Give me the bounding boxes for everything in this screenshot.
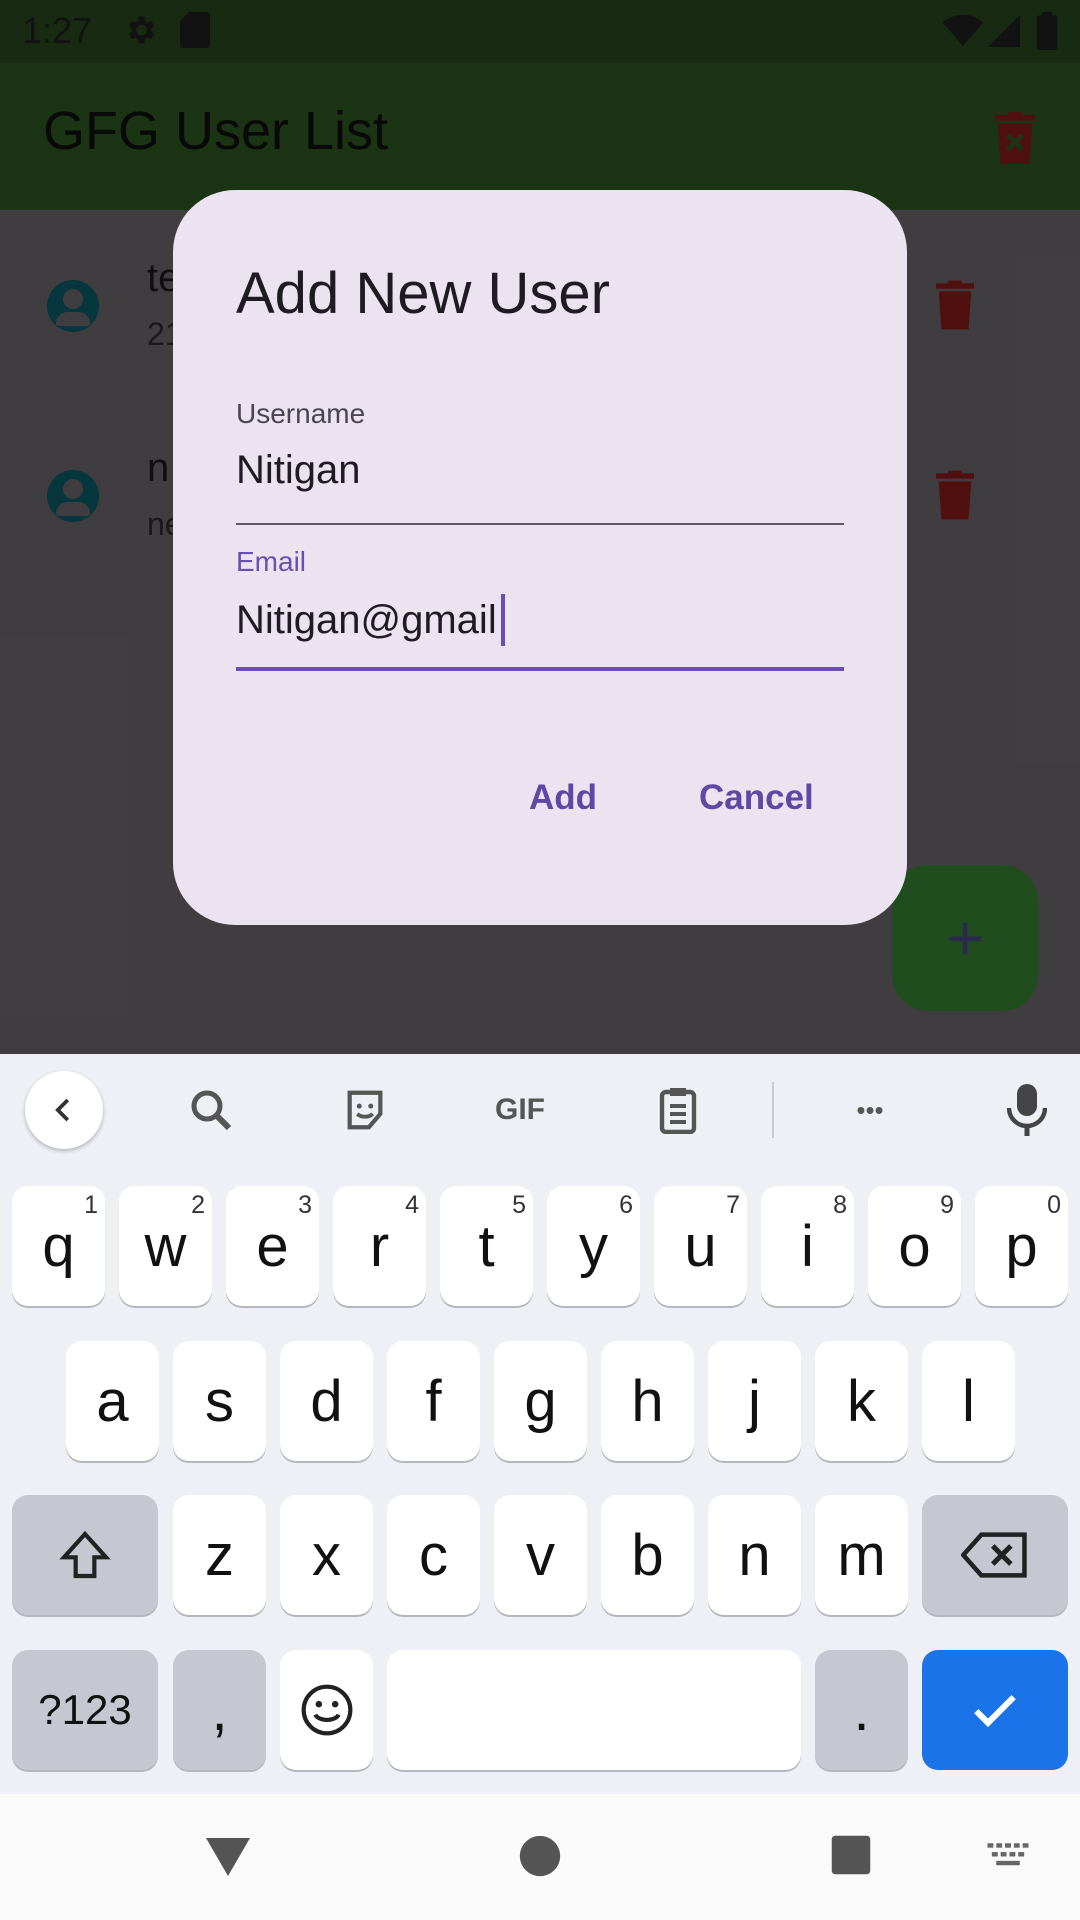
key-hint: 8: [833, 1191, 847, 1219]
cancel-button[interactable]: Cancel: [699, 778, 814, 818]
gif-button[interactable]: GIF: [480, 1080, 560, 1140]
backspace-icon: [961, 1532, 1027, 1578]
key-hint: 2: [191, 1191, 205, 1219]
key-label: p: [1005, 1213, 1038, 1279]
space-key[interactable]: [387, 1650, 801, 1770]
add-button[interactable]: Add: [529, 778, 597, 818]
key-label: w: [144, 1213, 187, 1279]
key-q[interactable]: q1: [12, 1186, 105, 1306]
check-icon: [974, 1695, 1016, 1728]
username-label: Username: [236, 398, 366, 429]
email-label: Email: [236, 546, 307, 577]
emoji-icon: [301, 1684, 352, 1736]
key-x[interactable]: x: [280, 1495, 373, 1615]
clipboard-icon[interactable]: [648, 1080, 708, 1140]
key-hint: 9: [940, 1191, 954, 1219]
add-user-fab[interactable]: +: [892, 865, 1038, 1011]
period-key[interactable]: .: [815, 1650, 908, 1770]
key-hint: 0: [1047, 1191, 1061, 1219]
key-label: u: [684, 1213, 717, 1279]
key-b[interactable]: b: [601, 1495, 694, 1615]
emoji-key[interactable]: [280, 1650, 373, 1770]
key-hint: 3: [298, 1191, 312, 1219]
username-field[interactable]: Nitigan: [236, 448, 361, 493]
key-e[interactable]: e3: [226, 1186, 319, 1306]
more-options-button[interactable]: •••: [840, 1080, 900, 1140]
key-hint: 4: [405, 1191, 419, 1219]
key-f[interactable]: f: [387, 1341, 480, 1461]
key-m[interactable]: m: [815, 1495, 908, 1615]
text-cursor: [500, 594, 505, 646]
key-label: o: [898, 1213, 931, 1279]
comma-key[interactable]: ,: [173, 1650, 266, 1770]
key-g[interactable]: g: [494, 1341, 587, 1461]
key-d[interactable]: d: [280, 1341, 373, 1461]
key-label: q: [42, 1213, 75, 1279]
key-t[interactable]: t5: [440, 1186, 533, 1306]
shift-icon: [59, 1530, 111, 1579]
done-key[interactable]: [922, 1650, 1068, 1770]
key-s[interactable]: s: [173, 1341, 266, 1461]
key-y[interactable]: y6: [547, 1186, 640, 1306]
key-p[interactable]: p0: [975, 1186, 1068, 1306]
key-hint: 5: [512, 1191, 526, 1219]
key-j[interactable]: j: [708, 1341, 801, 1461]
key-label: r: [369, 1213, 390, 1279]
home-icon[interactable]: [518, 1834, 562, 1883]
navigation-bar: [0, 1794, 1080, 1920]
key-u[interactable]: u7: [654, 1186, 747, 1306]
backspace-key[interactable]: [922, 1495, 1068, 1615]
email-value: Nitigan@gmail: [236, 597, 497, 642]
key-h[interactable]: h: [601, 1341, 694, 1461]
key-r[interactable]: r4: [333, 1186, 426, 1306]
key-hint: 6: [619, 1191, 633, 1219]
key-o[interactable]: o9: [868, 1186, 961, 1306]
key-v[interactable]: v: [494, 1495, 587, 1615]
key-i[interactable]: i8: [761, 1186, 854, 1306]
key-label: i: [801, 1213, 814, 1279]
username-underline: [236, 523, 844, 525]
toolbar-divider: [772, 1082, 774, 1138]
key-n[interactable]: n: [708, 1495, 801, 1615]
email-field[interactable]: Nitigan@gmail: [236, 592, 505, 648]
key-label: e: [256, 1213, 289, 1279]
key-hint: 1: [84, 1191, 98, 1219]
back-icon[interactable]: [204, 1834, 252, 1883]
key-hint: 7: [726, 1191, 740, 1219]
search-icon[interactable]: [181, 1080, 241, 1140]
chevron-left-icon[interactable]: [25, 1071, 103, 1149]
key-w[interactable]: w2: [119, 1186, 212, 1306]
recents-icon[interactable]: [830, 1834, 872, 1881]
key-a[interactable]: a: [66, 1341, 159, 1461]
microphone-icon[interactable]: [997, 1080, 1057, 1140]
shift-key[interactable]: [12, 1495, 158, 1615]
key-l[interactable]: l: [922, 1341, 1015, 1461]
symbols-key[interactable]: ?123: [12, 1650, 158, 1770]
key-z[interactable]: z: [173, 1495, 266, 1615]
sticker-icon[interactable]: [335, 1080, 395, 1140]
key-c[interactable]: c: [387, 1495, 480, 1615]
key-k[interactable]: k: [815, 1341, 908, 1461]
key-label: y: [579, 1213, 608, 1279]
email-underline: [236, 667, 844, 671]
keyboard-switch-icon[interactable]: [986, 1840, 1030, 1875]
key-label: t: [478, 1213, 495, 1279]
dialog-title: Add New User: [236, 261, 610, 326]
